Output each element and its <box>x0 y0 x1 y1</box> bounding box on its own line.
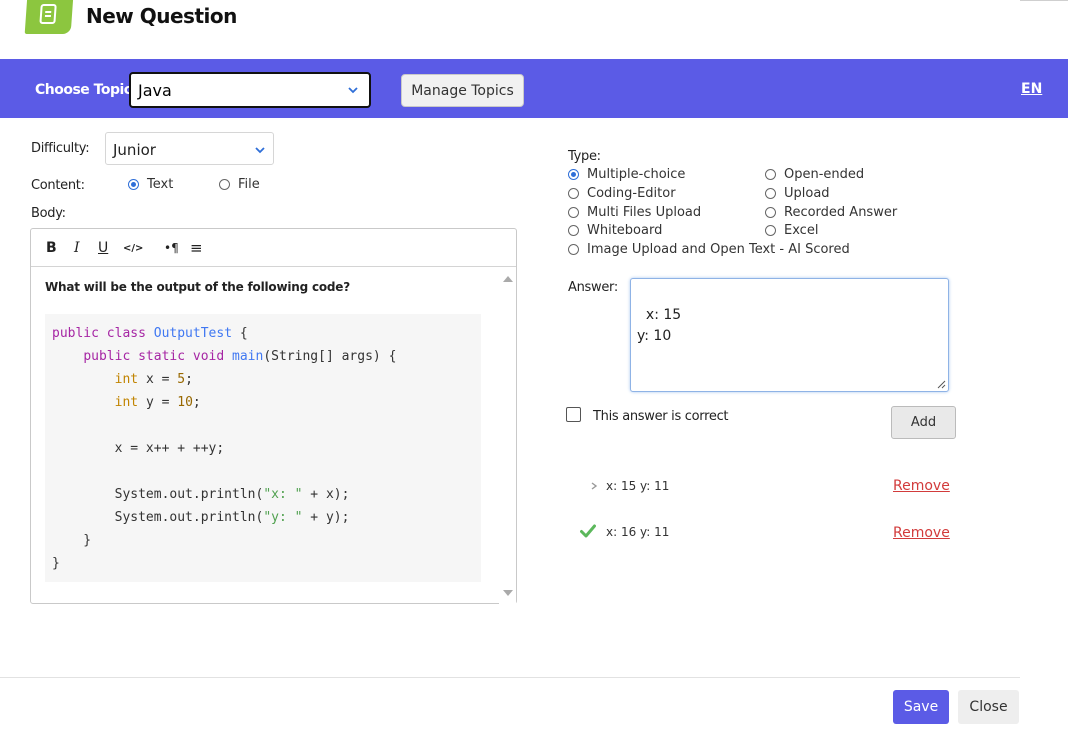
align-button[interactable]: ≡ <box>190 239 203 257</box>
page-title: New Question <box>86 4 237 28</box>
answer-item-text: x: 15 y: 11 <box>606 479 670 493</box>
type-option-label: Excel <box>784 223 819 238</box>
resize-handle-icon[interactable] <box>936 379 946 389</box>
difficulty-select-value: Junior <box>113 141 156 159</box>
type-option-label: Multi Files Upload <box>587 205 702 220</box>
question-text: What will be the output of the following… <box>45 280 350 294</box>
chevron-down-icon <box>255 147 265 154</box>
italic-button[interactable]: I <box>74 239 80 257</box>
type-option-label: Image Upload and Open Text - AI Scored <box>587 242 850 257</box>
type-excel-radio[interactable] <box>765 225 776 236</box>
body-label: Body: <box>31 206 66 221</box>
code-line: System.out.println("x: " + x); <box>52 487 350 502</box>
code-block: public class OutputTest { public static … <box>45 314 481 582</box>
top-right-divider <box>1020 0 1068 1</box>
chevron-down-icon <box>348 87 358 94</box>
answer-textarea[interactable]: x: 15 y: 10 <box>630 278 949 392</box>
type-option-label: Coding-Editor <box>587 186 676 201</box>
save-button[interactable]: Save <box>893 690 949 724</box>
content-text-label: Text <box>147 177 174 192</box>
topic-select-value: Java <box>138 81 172 100</box>
type-option-label: Open-ended <box>784 167 865 182</box>
answer-textarea-value: x: 15 y: 10 <box>637 307 682 344</box>
document-icon <box>39 4 57 24</box>
choose-topic-label: Choose Topic: <box>35 82 137 98</box>
type-multi-files-upload-radio[interactable] <box>568 207 579 218</box>
remove-answer-link[interactable]: Remove <box>893 525 950 541</box>
answer-correct-checkbox[interactable] <box>566 407 581 422</box>
type-whiteboard-radio[interactable] <box>568 225 579 236</box>
rich-text-editor: B I U </> •¶ ≡ What will be the output o… <box>30 228 517 604</box>
type-option-label: Multiple-choice <box>587 167 686 182</box>
manage-topics-button[interactable]: Manage Topics <box>401 74 524 107</box>
remove-answer-link[interactable]: Remove <box>893 478 950 494</box>
code-line: x = x++ + ++y; <box>52 441 225 456</box>
type-coding-editor-radio[interactable] <box>568 188 579 199</box>
content-file-radio[interactable] <box>219 179 230 190</box>
editor-scrollbar[interactable] <box>499 268 516 604</box>
answer-label: Answer: <box>568 280 618 295</box>
type-option-label: Whiteboard <box>587 223 663 238</box>
content-label: Content: <box>31 178 85 193</box>
type-upload-radio[interactable] <box>765 188 776 199</box>
type-option-label: Upload <box>784 186 830 201</box>
type-label: Type: <box>568 149 601 164</box>
code-line: System.out.println("y: " + y); <box>52 510 350 525</box>
add-answer-button[interactable]: Add <box>891 406 956 439</box>
checkmark-icon <box>580 524 596 538</box>
language-switch-link[interactable]: EN <box>1021 81 1042 97</box>
topic-select[interactable]: Java <box>129 72 371 108</box>
code-line: int y = 10; <box>114 395 201 410</box>
type-multiple-choice-radio[interactable] <box>568 169 579 180</box>
app-logo <box>24 0 74 34</box>
code-line: } <box>52 533 92 548</box>
content-text-radio[interactable] <box>128 179 139 190</box>
type-recorded-answer-radio[interactable] <box>765 207 776 218</box>
type-option-label: Recorded Answer <box>784 205 898 220</box>
close-button[interactable]: Close <box>958 690 1019 724</box>
underline-button[interactable]: U <box>98 239 108 257</box>
code-line: public static void main(String[] args) { <box>83 349 397 364</box>
footer-divider <box>0 677 1020 678</box>
type-open-ended-radio[interactable] <box>765 169 776 180</box>
code-line: public class OutputTest { <box>52 326 248 341</box>
code-button[interactable]: </> <box>123 239 143 257</box>
paragraph-button[interactable]: •¶ <box>164 239 179 257</box>
difficulty-select[interactable]: Junior <box>105 132 274 165</box>
type-image-upload-ai-radio[interactable] <box>568 244 579 255</box>
scroll-up-icon[interactable] <box>503 276 513 282</box>
bold-button[interactable]: B <box>46 239 57 257</box>
editor-toolbar: B I U </> •¶ ≡ <box>31 229 516 267</box>
editor-content[interactable]: What will be the output of the following… <box>31 268 499 604</box>
code-line: int x = 5; <box>114 372 193 387</box>
answer-correct-label: This answer is correct <box>593 409 729 424</box>
content-file-label: File <box>238 177 260 192</box>
code-line: } <box>52 556 60 571</box>
answer-item-text: x: 16 y: 11 <box>606 525 670 539</box>
chevron-right-icon <box>591 482 598 490</box>
scroll-down-icon[interactable] <box>503 590 513 596</box>
difficulty-label: Difficulty: <box>31 141 90 156</box>
